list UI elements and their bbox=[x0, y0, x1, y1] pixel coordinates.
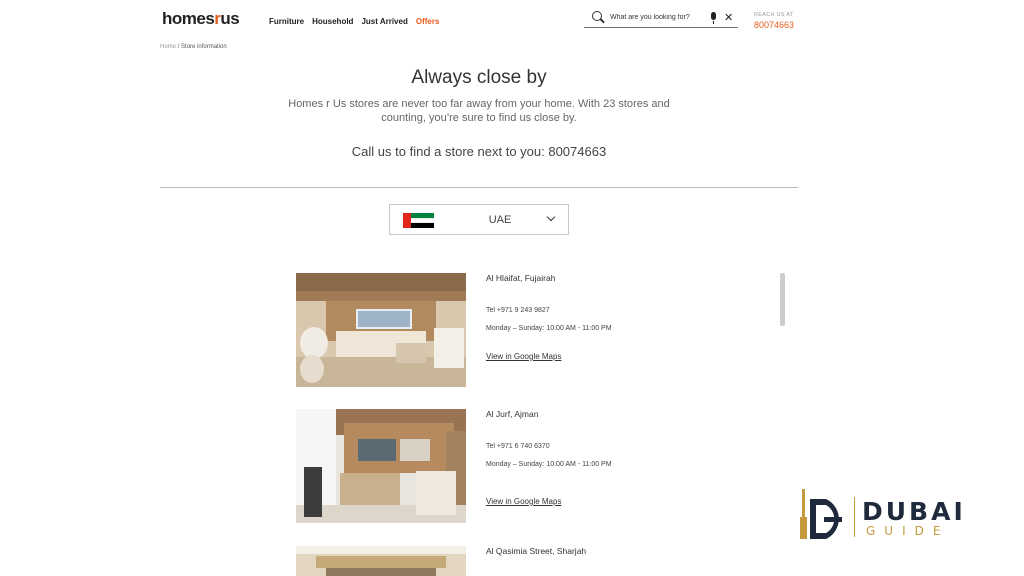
dubai-guide-watermark: DUBAI GUIDE bbox=[796, 487, 976, 543]
store-image bbox=[296, 409, 466, 523]
watermark-subtitle: GUIDE bbox=[866, 524, 950, 538]
nav-household[interactable]: Household bbox=[312, 17, 353, 26]
store-phone: Tel +971 6 740 6370 bbox=[486, 443, 550, 450]
store-phone: Tel +971 9 243 9827 bbox=[486, 307, 550, 314]
search-bar: ✕ bbox=[584, 8, 738, 28]
microphone-icon[interactable] bbox=[708, 11, 720, 25]
store-list-scrollbar[interactable] bbox=[780, 273, 785, 326]
main-nav: Furniture Household Just Arrived Offers bbox=[269, 17, 439, 26]
store-name: Al Hlaifat, Fujairah bbox=[486, 273, 556, 283]
breadcrumb-current: Store information bbox=[181, 44, 227, 50]
reach-us-label: REACH US AT bbox=[754, 12, 794, 18]
store-hours: Monday – Sunday: 10:00 AM - 11:00 PM bbox=[486, 461, 612, 468]
site-header: homesrus Furniture Household Just Arrive… bbox=[0, 0, 1024, 40]
search-input[interactable] bbox=[610, 14, 706, 21]
nav-offers[interactable]: Offers bbox=[416, 17, 440, 26]
store-image bbox=[296, 546, 466, 576]
watermark-title: DUBAI bbox=[862, 497, 966, 526]
store-hours: Monday – Sunday: 10:00 AM - 11:00 PM bbox=[486, 325, 612, 332]
page-title: Always close by bbox=[411, 67, 547, 88]
logo-text-homes: homes bbox=[162, 9, 215, 28]
store-name: Al Qasimia Street, Sharjah bbox=[486, 546, 587, 556]
call-text: Call us to find a store next to you: 800… bbox=[351, 144, 607, 159]
nav-furniture[interactable]: Furniture bbox=[269, 17, 304, 26]
breadcrumb: Home / Store information bbox=[160, 44, 227, 50]
search-icon[interactable] bbox=[590, 9, 608, 27]
store-name: Al Jurf, Ajman bbox=[486, 409, 539, 419]
reach-us: REACH US AT 80074663 bbox=[754, 12, 794, 30]
reach-us-number[interactable]: 80074663 bbox=[754, 20, 794, 30]
site-logo[interactable]: homesrus bbox=[162, 9, 240, 29]
country-select-value: UAE bbox=[488, 214, 512, 226]
country-select[interactable]: UAE bbox=[389, 204, 569, 235]
google-maps-link[interactable]: View in Google Maps bbox=[486, 352, 561, 361]
divider bbox=[160, 187, 798, 188]
close-icon[interactable]: ✕ bbox=[724, 11, 733, 24]
store-image bbox=[296, 273, 466, 387]
breadcrumb-home[interactable]: Home bbox=[160, 44, 176, 50]
nav-just-arrived[interactable]: Just Arrived bbox=[361, 17, 407, 26]
dubai-guide-logo-icon bbox=[800, 489, 842, 539]
logo-text-us: us bbox=[220, 9, 240, 28]
google-maps-link[interactable]: View in Google Maps bbox=[486, 497, 561, 506]
intro-text: Homes r Us stores are never too far away… bbox=[288, 98, 670, 124]
watermark-separator bbox=[854, 497, 855, 537]
